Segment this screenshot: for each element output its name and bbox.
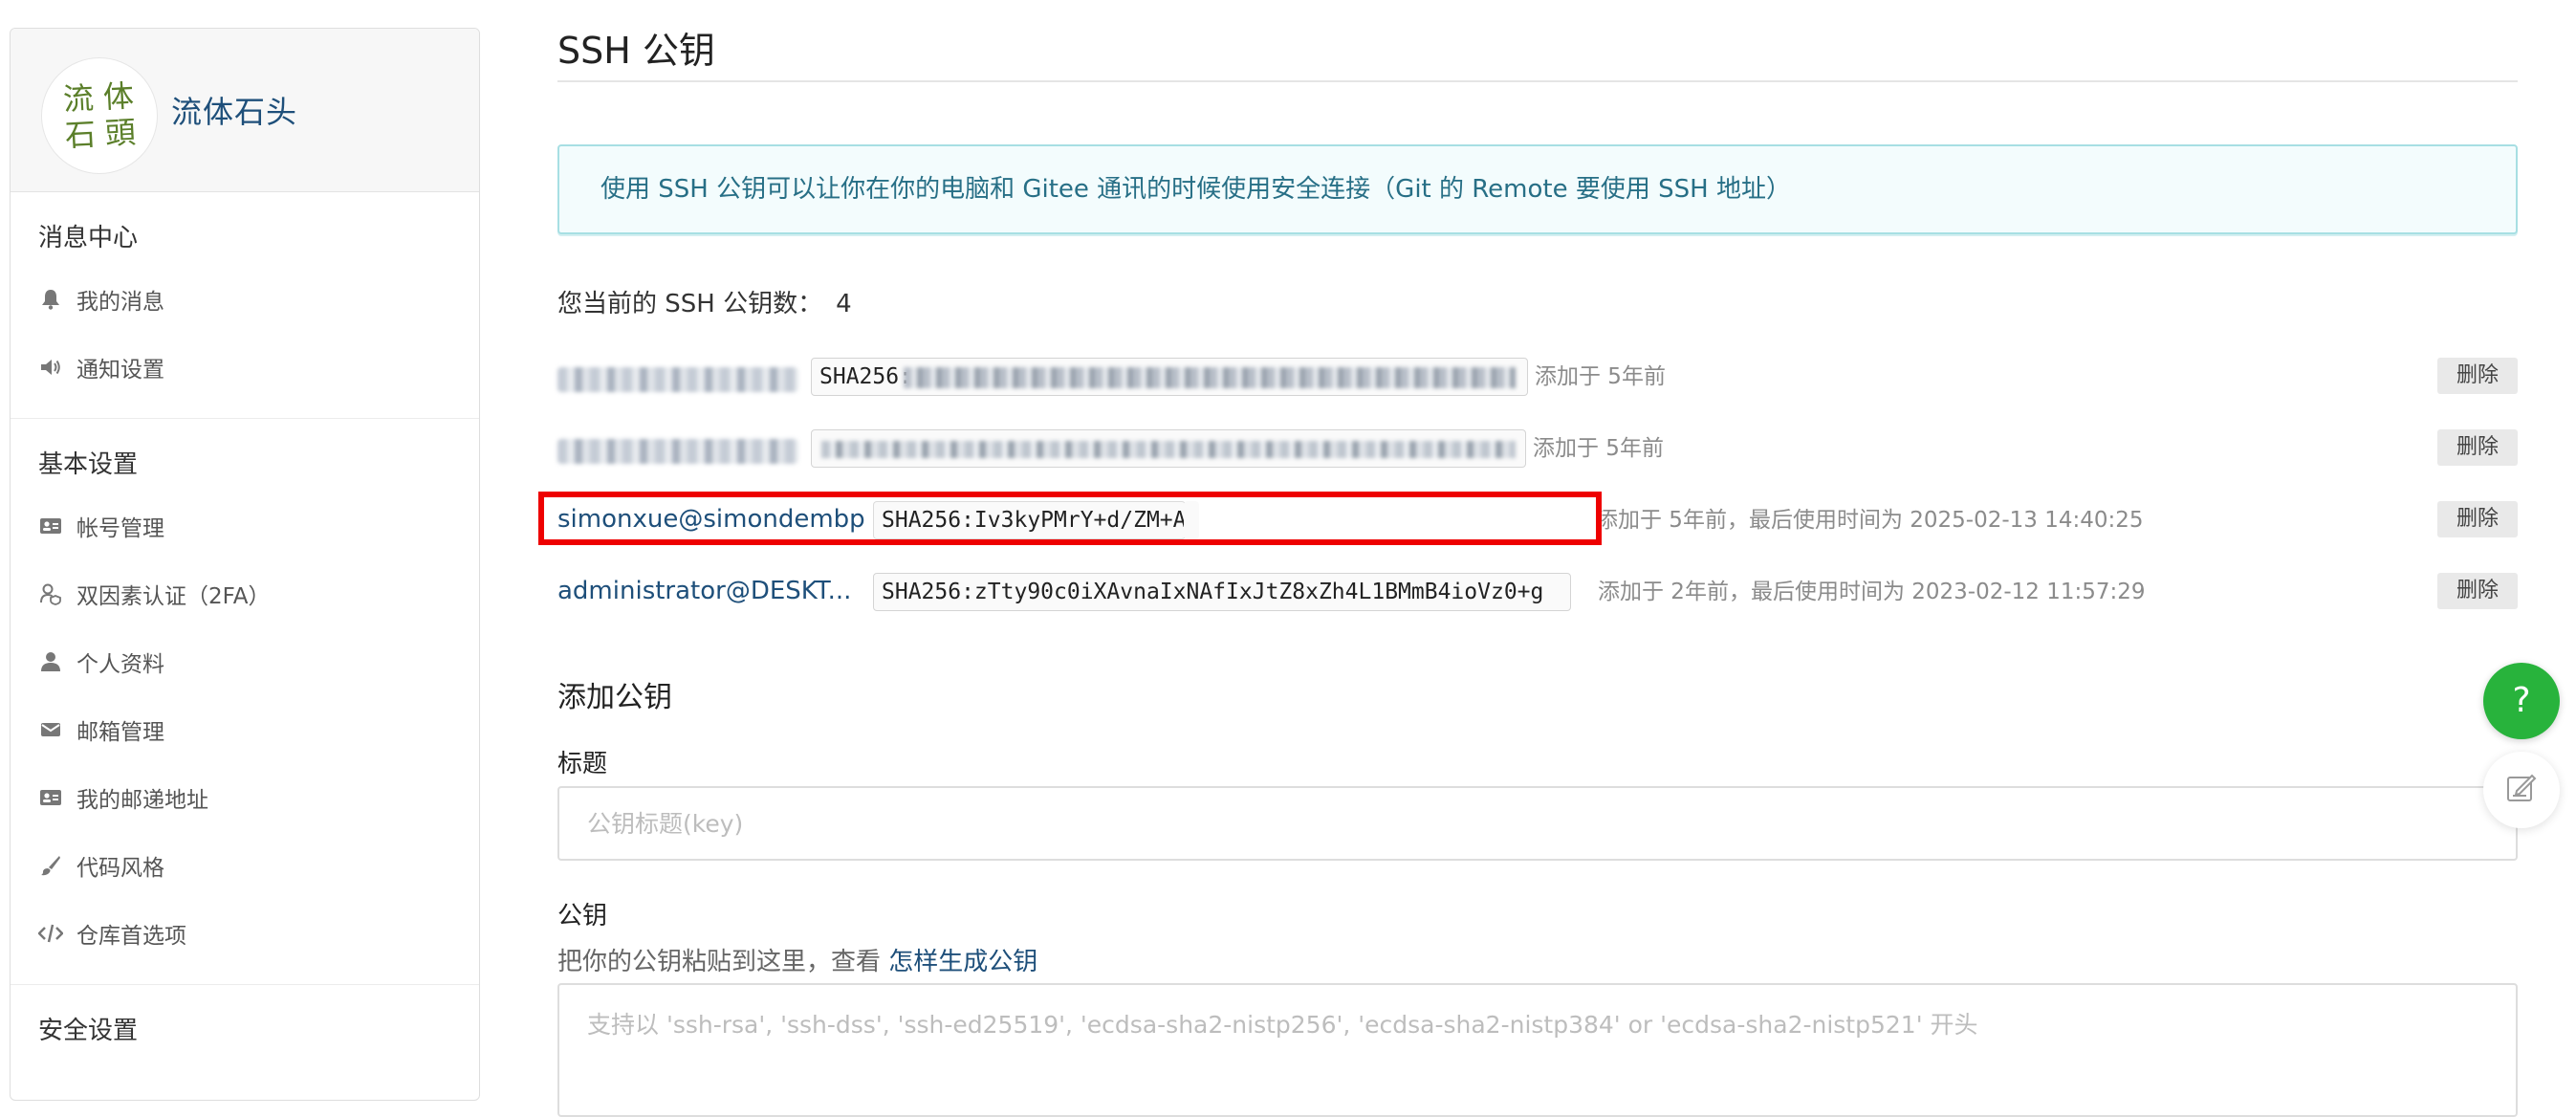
nav-section-title: 消息中心 (38, 224, 139, 252)
key-count-label: 您当前的 SSH 公钥数： (557, 290, 823, 318)
sidebar-item-label: 邮箱管理 (76, 719, 164, 745)
nav-section-title: 安全设置 (38, 1017, 139, 1045)
sidebar-item-label: 代码风格 (76, 855, 164, 881)
add-key-section-title: 添加公钥 (557, 681, 672, 714)
key-count: 您当前的 SSH 公钥数： 4 (557, 284, 852, 319)
code-icon (38, 921, 63, 946)
fingerprint-redaction (904, 367, 1516, 388)
sidebar-item-label: 通知设置 (76, 357, 164, 383)
ssh-key-row: SHA256: 添加于 5年前 删除 (557, 358, 2518, 400)
sidebar-item-label: 双因素认证（2FA） (76, 583, 271, 609)
ssh-key-title[interactable]: simonxue@simondembp (557, 505, 865, 534)
user-icon (38, 649, 63, 674)
sidebar-item-profile[interactable]: 个人资料 (11, 627, 479, 695)
id-card-icon (38, 514, 63, 538)
sidebar-item-notification-settings[interactable]: 通知设置 (11, 333, 479, 401)
delete-key-button[interactable]: 删除 (2437, 573, 2518, 609)
ssh-key-added-time: 添加于 5年前，最后使用时间为 2025-02-13 14:40:25 (1596, 508, 2144, 533)
ssh-key-fingerprint: SHA256:Iv3kyPMrY+d/ZM+AYzLLnxggYt9q (873, 501, 1186, 539)
help-button[interactable]: ? (2483, 663, 2560, 739)
how-to-generate-key-link[interactable]: 怎样生成公钥 (888, 948, 1037, 976)
delete-key-button[interactable]: 删除 (2437, 429, 2518, 466)
nav-section-messages: 消息中心 我的消息 通知设置 (11, 192, 479, 419)
info-message: 使用 SSH 公钥可以让你在你的电脑和 Gitee 通讯的时候使用安全连接（Gi… (557, 144, 2518, 234)
ssh-key-fingerprint: SHA256:zTty90c0iXAvnaIxNAfIxJtZ8xZh4L1BM… (873, 573, 1571, 611)
nav-section-title: 基本设置 (38, 450, 139, 479)
envelope-icon (38, 717, 63, 742)
title-divider (557, 80, 2518, 82)
address-card-icon (38, 785, 63, 810)
sidebar-item-repo-preferences[interactable]: 仓库首选项 (11, 899, 479, 967)
sidebar-item-email[interactable]: 邮箱管理 (11, 695, 479, 763)
sidebar-item-label: 个人资料 (76, 651, 164, 677)
nav-section-security-settings: 安全设置 (11, 985, 479, 1075)
sidebar-item-my-messages[interactable]: 我的消息 (11, 265, 479, 333)
brush-icon (38, 853, 63, 878)
key-title-input[interactable] (557, 786, 2518, 861)
ssh-key-fingerprint-redacted (811, 429, 1526, 468)
ssh-key-added-time: 添加于 5年前 (1535, 364, 1666, 389)
ssh-key-added-time: 添加于 2年前，最后使用时间为 2023-02-12 11:57:29 (1598, 580, 2146, 604)
delete-key-button[interactable]: 删除 (2437, 358, 2518, 394)
sidebar-item-code-style[interactable]: 代码风格 (11, 831, 479, 899)
delete-key-button[interactable]: 删除 (2437, 501, 2518, 537)
user-shield-icon (38, 581, 63, 606)
ssh-key-row: 添加于 5年前 删除 (557, 429, 2518, 471)
key-field-label: 公钥 (557, 902, 608, 931)
sidebar-item-2fa[interactable]: 双因素认证（2FA） (11, 559, 479, 627)
profile-header: 流 体 石 頭 流体石头 (11, 29, 479, 192)
ssh-key-row: simonxue@simondembp SHA256:Iv3kyPMrY+d/Z… (538, 492, 2518, 545)
sidebar-item-label: 帐号管理 (76, 515, 164, 541)
main-content: SSH 公钥 使用 SSH 公钥可以让你在你的电脑和 Gitee 通讯的时候使用… (538, 0, 2520, 1117)
title-field-label: 标题 (557, 750, 608, 778)
ssh-key-title[interactable]: administrator@DESKT... (557, 577, 851, 605)
ssh-key-fingerprint: SHA256: (811, 358, 1528, 396)
settings-sidebar: 流 体 石 頭 流体石头 消息中心 我的消息 通知设置 基本设置 帐号管理 双因… (10, 28, 480, 1101)
sidebar-item-label: 我的邮递地址 (76, 787, 208, 813)
avatar[interactable]: 流 体 石 頭 (41, 57, 158, 174)
page-title: SSH 公钥 (557, 30, 715, 72)
edit-icon (2505, 772, 2538, 808)
sidebar-item-label: 仓库首选项 (76, 923, 186, 949)
nav-section-basic-settings: 基本设置 帐号管理 双因素认证（2FA） 个人资料 邮箱管理 我的邮递地址 代码… (11, 419, 479, 985)
key-hint-text: 把你的公钥粘贴到这里，查看 (557, 948, 882, 976)
ssh-key-title-redacted[interactable] (557, 367, 798, 392)
sidebar-item-label: 我的消息 (76, 289, 164, 315)
ssh-key-added-time: 添加于 5年前 (1533, 436, 1664, 461)
feedback-button[interactable] (2483, 752, 2560, 828)
sidebar-item-mailing-address[interactable]: 我的邮递地址 (11, 763, 479, 831)
sidebar-item-account[interactable]: 帐号管理 (11, 492, 479, 559)
public-key-textarea[interactable] (557, 983, 2518, 1117)
fingerprint-divider (1184, 501, 1199, 539)
profile-name[interactable]: 流体石头 (171, 88, 297, 132)
avatar-logo: 流 体 石 頭 (62, 77, 137, 154)
speaker-icon (38, 355, 63, 380)
key-count-value: 4 (836, 290, 852, 318)
ssh-key-row: administrator@DESKT... SHA256:zTty90c0iX… (557, 573, 2518, 615)
bell-icon (38, 287, 63, 312)
key-hint: 把你的公钥粘贴到这里，查看 怎样生成公钥 (557, 942, 1037, 977)
ssh-key-title-redacted[interactable] (557, 439, 798, 464)
